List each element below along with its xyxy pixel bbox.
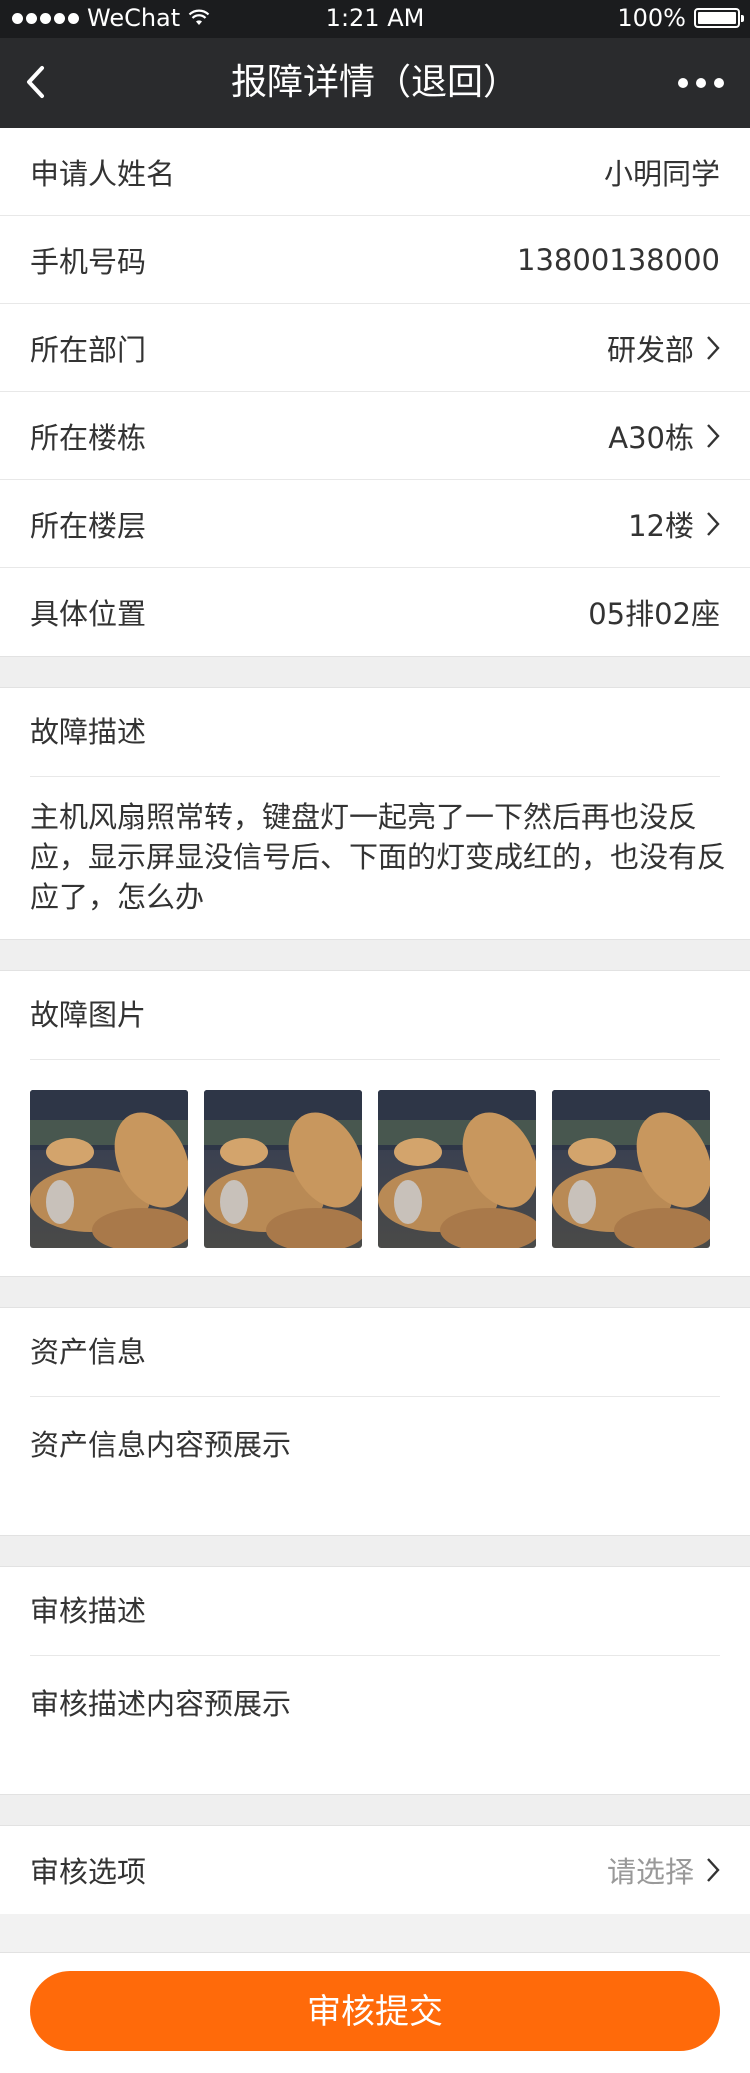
fault-photos-section: 故障图片: [0, 971, 750, 1276]
section-title: 故障描述: [30, 688, 720, 777]
review-option-row[interactable]: 审核选项 请选择: [0, 1826, 750, 1914]
row-label: 所在部门: [30, 332, 147, 367]
floor-row[interactable]: 所在楼层 12楼: [0, 480, 750, 568]
review-description-section: 审核描述 审核描述内容预展示: [0, 1567, 750, 1794]
footer-bar: 审核提交: [0, 1952, 750, 2073]
chevron-right-icon: [707, 423, 720, 448]
row-value: 12楼: [628, 508, 694, 543]
submit-review-button[interactable]: 审核提交: [30, 1971, 720, 2051]
battery-percent: 100%: [617, 4, 686, 32]
section-title: 故障图片: [30, 971, 720, 1060]
divider: [0, 1794, 750, 1826]
fault-photo[interactable]: [552, 1090, 710, 1248]
review-description-text: 审核描述内容预展示: [30, 1687, 292, 1721]
more-icon[interactable]: [678, 78, 724, 88]
asset-info-section: 资产信息 资产信息内容预展示: [0, 1308, 750, 1535]
chevron-right-icon: [707, 1858, 720, 1882]
divider: [0, 939, 750, 971]
section-title: 资产信息: [30, 1308, 720, 1397]
row-label: 审核选项: [30, 1855, 147, 1889]
info-list: 申请人姓名 小明同学 手机号码 13800138000 所在部门 研发部 所在楼…: [0, 128, 750, 656]
row-value: 小明同学: [603, 156, 720, 191]
battery-info: 100%: [617, 4, 744, 32]
fault-photo[interactable]: [30, 1090, 188, 1248]
location-row: 具体位置 05排02座: [0, 568, 750, 656]
review-option-placeholder: 请选择: [606, 1855, 694, 1889]
row-label: 手机号码: [30, 244, 147, 279]
phone-row: 手机号码 13800138000: [0, 216, 750, 304]
row-value: 05排02座: [588, 597, 720, 631]
page-title: 报障详情（退回）: [230, 62, 519, 103]
fault-description-section: 故障描述 主机风扇照常转，键盘灯一起亮了一下然后再也没反应，显示屏显没信号后、下…: [0, 688, 750, 939]
building-row[interactable]: 所在楼栋 A30栋: [0, 392, 750, 480]
review-option-group: 审核选项 请选择: [0, 1826, 750, 1914]
chevron-right-icon: [707, 335, 720, 360]
photo-grid: [30, 1060, 720, 1276]
asset-info-text: 资产信息内容预展示: [30, 1428, 292, 1462]
fault-photo[interactable]: [204, 1090, 362, 1248]
row-value: A30栋: [608, 420, 694, 455]
row-label: 所在楼层: [30, 508, 147, 543]
row-label: 所在楼栋: [30, 420, 147, 455]
row-value: 13800138000: [517, 242, 720, 277]
chevron-right-icon: [707, 511, 720, 536]
row-label: 申请人姓名: [30, 156, 176, 191]
divider: [0, 1276, 750, 1308]
battery-icon: [694, 8, 744, 28]
status-bar: WeChat 1:21 AM 100%: [0, 0, 750, 38]
fault-description-text: 主机风扇照常转，键盘灯一起亮了一下然后再也没反应，显示屏显没信号后、下面的灯变成…: [30, 800, 727, 914]
nav-bar: 报障详情（退回）: [0, 38, 750, 128]
department-row[interactable]: 所在部门 研发部: [0, 304, 750, 392]
divider: [0, 656, 750, 688]
divider: [0, 1535, 750, 1567]
section-title: 审核描述: [30, 1567, 720, 1656]
row-label: 具体位置: [30, 597, 147, 631]
applicant-name-row: 申请人姓名 小明同学: [0, 128, 750, 216]
row-value: 研发部: [606, 332, 694, 367]
fault-photo[interactable]: [378, 1090, 536, 1248]
